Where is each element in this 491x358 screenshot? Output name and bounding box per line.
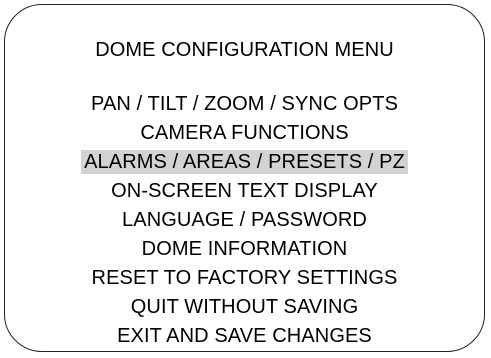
menu-item-pan-tilt-zoom-sync[interactable]: PAN / TILT / ZOOM / SYNC OPTS [5, 89, 484, 118]
menu-item-label: CAMERA FUNCTIONS [140, 121, 349, 144]
menu-item-label: PAN / TILT / ZOOM / SYNC OPTS [90, 92, 399, 115]
menu-item-label: DOME INFORMATION [141, 237, 348, 260]
menu-item-label: ON-SCREEN TEXT DISPLAY [111, 179, 378, 202]
menu-item-camera-functions[interactable]: CAMERA FUNCTIONS [5, 118, 484, 147]
menu-item-label: QUIT WITHOUT SAVING [130, 295, 359, 318]
menu-item-dome-information[interactable]: DOME INFORMATION [5, 234, 484, 263]
menu-title: DOME CONFIGURATION MENU [95, 39, 394, 61]
menu-item-reset-factory-settings[interactable]: RESET TO FACTORY SETTINGS [5, 263, 484, 292]
menu-list: PAN / TILT / ZOOM / SYNC OPTS CAMERA FUN… [5, 89, 484, 350]
menu-item-label: ALARMS / AREAS / PRESETS / PZ [81, 149, 408, 174]
menu-item-on-screen-text-display[interactable]: ON-SCREEN TEXT DISPLAY [5, 176, 484, 205]
dome-configuration-menu: DOME CONFIGURATION MENU PAN / TILT / ZOO… [4, 4, 485, 352]
menu-item-label: EXIT AND SAVE CHANGES [117, 324, 372, 347]
menu-item-alarms-areas-presets[interactable]: ALARMS / AREAS / PRESETS / PZ [5, 147, 484, 176]
menu-item-label: LANGUAGE / PASSWORD [122, 208, 367, 231]
menu-item-language-password[interactable]: LANGUAGE / PASSWORD [5, 205, 484, 234]
menu-item-exit-and-save[interactable]: EXIT AND SAVE CHANGES [5, 321, 484, 350]
menu-item-label: RESET TO FACTORY SETTINGS [91, 266, 398, 289]
menu-item-quit-without-saving[interactable]: QUIT WITHOUT SAVING [5, 292, 484, 321]
